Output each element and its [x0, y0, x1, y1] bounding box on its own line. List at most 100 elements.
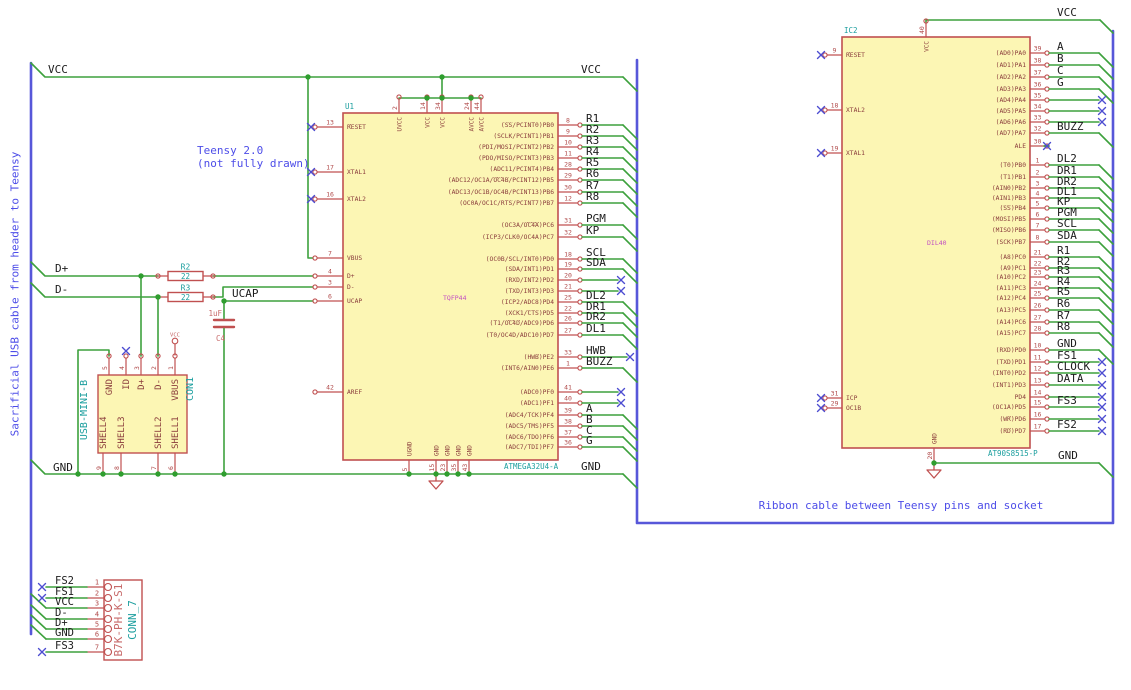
junction-dot	[424, 95, 430, 101]
pin-number: 4	[95, 611, 99, 619]
pin-name: (SS)PB4	[999, 205, 1026, 212]
net-label: BUZZ	[586, 355, 613, 368]
pin-number: 19	[831, 145, 839, 153]
pin-number: 10	[1034, 342, 1042, 350]
ground-symbol-icon	[428, 480, 444, 490]
pin-number: 2	[391, 106, 399, 110]
pin-number: 32	[1034, 125, 1042, 133]
conn7-reference: CONN_7	[126, 600, 139, 640]
pin-number: 38	[1034, 57, 1042, 65]
pin-number: 33	[564, 349, 572, 357]
junction-dot	[138, 273, 144, 279]
pin-number: 1	[167, 366, 175, 370]
pin-name: VCC	[425, 117, 432, 128]
pin-number: 31	[564, 217, 572, 225]
pin-number: 38	[564, 418, 572, 426]
pin-number: 6	[1036, 211, 1040, 219]
pin-number: 21	[1034, 249, 1042, 257]
net-label: VCC	[48, 63, 68, 76]
bus-entry	[1098, 241, 1114, 257]
bus-entry	[1098, 256, 1114, 272]
pin-number: 18	[831, 102, 839, 110]
pin-end	[103, 634, 113, 644]
wire	[622, 473, 638, 489]
pin-name: SHELL3	[117, 416, 127, 449]
bus-entry	[622, 202, 638, 218]
pin-name: (SDA/INT1)PD1	[505, 266, 554, 273]
junction-dot	[406, 471, 412, 477]
bus-entry	[1098, 64, 1114, 80]
pin-name: (A11)PC3	[996, 285, 1027, 292]
net-label: DL1	[586, 322, 606, 335]
wire	[622, 76, 638, 92]
pin-name: (OC1A)PD5	[992, 404, 1026, 411]
vcc-power-label: VCC	[170, 333, 180, 339]
pin-name: AREF	[347, 389, 362, 396]
u1-body	[342, 112, 559, 461]
net-label: G	[1057, 76, 1064, 89]
pin-number: 34	[1034, 103, 1042, 111]
pin-name: AVCC	[469, 117, 476, 132]
pin-number: 3	[1036, 180, 1040, 188]
net-label: D+	[55, 262, 69, 275]
pin-number: 9	[95, 466, 103, 470]
pin-name: (PDO/MISO/PCINT3)PB3	[478, 155, 554, 162]
pin-number: 39	[1034, 45, 1042, 53]
pin-name: (ADC7/TDI)PF7	[505, 444, 554, 451]
bus-entry	[1098, 332, 1114, 348]
net-label: BUZZ	[1057, 120, 1084, 133]
pin-number: 37	[1034, 69, 1042, 77]
resistor-value: 22	[181, 272, 190, 281]
capacitor-reference: C4	[216, 334, 226, 343]
pin-name: (A10)PC2	[996, 274, 1027, 281]
junction-dot	[172, 471, 178, 477]
pin-name: (RD)PD7	[999, 428, 1026, 435]
pin-name: (ADC1)PF1	[520, 400, 554, 407]
net-label: SDA	[586, 256, 606, 269]
pin-name: (SCLK/PCINT1)PB1	[493, 133, 554, 140]
net-label: GND	[581, 460, 601, 473]
pin-name: GND	[467, 445, 474, 456]
pin-end	[103, 647, 113, 657]
pin-name: (MOSI)PB5	[992, 216, 1026, 223]
pin-name: UGND	[407, 441, 414, 456]
pin-name: (A13)PC5	[996, 307, 1027, 314]
bus-entry	[1098, 52, 1114, 68]
pin-name: (ADC12/OC1A/OC4B/PCINT12)PB5	[448, 177, 554, 184]
bus-entry	[622, 157, 638, 173]
pin-number: 1	[1036, 157, 1040, 165]
junction-dot	[221, 471, 227, 477]
pin-name: (AD5)PA5	[996, 108, 1027, 115]
pin-number: 2	[150, 366, 158, 370]
usb-reference: CON1	[185, 377, 196, 401]
net-label: FS2	[1057, 418, 1077, 431]
pin-name: (TXD/INT3)PD3	[505, 288, 554, 295]
pin-name: XTAL2	[347, 196, 366, 203]
pin-number: 29	[831, 400, 839, 408]
junction-dot	[444, 471, 450, 477]
pin-number: 28	[564, 161, 572, 169]
bus-entry	[1098, 164, 1114, 180]
pin-number: 5	[401, 468, 409, 472]
pin-name: (AIN0)PB2	[992, 185, 1026, 192]
pin-name: (AD3)PA3	[996, 86, 1027, 93]
resistor-value: 22	[181, 293, 190, 302]
pin-number: 6	[95, 631, 99, 639]
ribbon-cable-note: Ribbon cable between Teensy pins and soc…	[759, 499, 1044, 513]
pin-name: (AD0)PA0	[996, 50, 1027, 57]
pin-name: PD4	[1015, 394, 1027, 401]
bus-entry	[622, 367, 638, 383]
pin-name: (ADC6/TDO)PF6	[505, 434, 554, 441]
ic2-reference: IC2	[844, 26, 858, 35]
schematic-svg: U1ATMEGA32U4-ATQFP4413RESET17XTAL116XTAL…	[29, 6, 1115, 661]
pin-name: SHELL1	[171, 416, 181, 449]
pin-number: 43	[461, 464, 469, 472]
pin-number: 23	[1034, 269, 1042, 277]
pin-number: 7	[150, 466, 158, 470]
pin-name: (AD2)PA2	[996, 74, 1027, 81]
pin-name: VBUS	[171, 379, 181, 401]
bus-entry	[622, 146, 638, 162]
pin-number: 9	[833, 47, 837, 55]
bus-entry	[1098, 321, 1114, 337]
pin-end	[103, 593, 113, 603]
